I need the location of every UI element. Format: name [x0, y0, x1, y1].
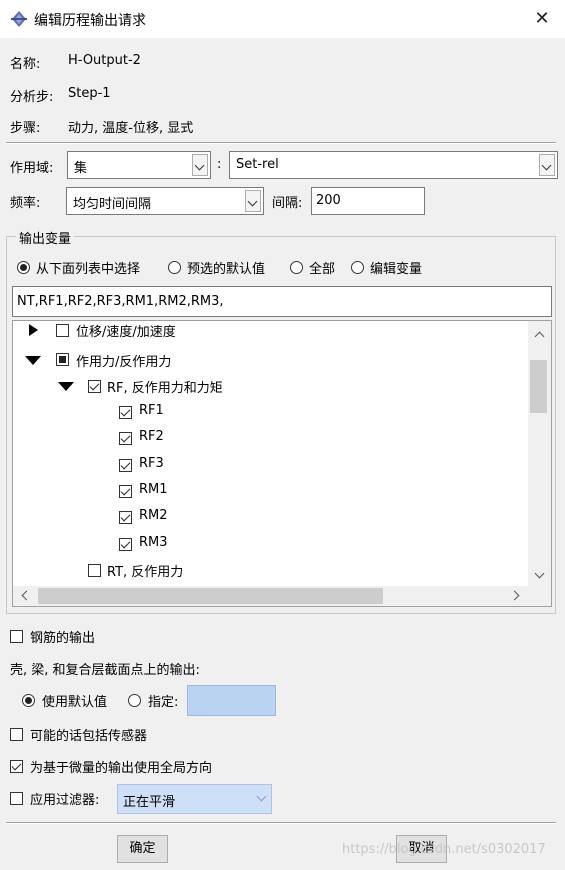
apply-filter-checkbox[interactable]: [10, 792, 23, 805]
apply-filter-label[interactable]: 应用过滤器:: [30, 789, 99, 808]
collapse-down-icon[interactable]: [58, 382, 74, 391]
step-value: Step-1: [68, 86, 111, 101]
expand-right-icon[interactable]: [29, 324, 38, 336]
rebar-output-checkbox[interactable]: [10, 630, 23, 643]
chevron-down-icon[interactable]: [245, 190, 261, 212]
watermark-text: https://blog.csdn.net/s0302017: [342, 842, 546, 857]
chevron-down-icon[interactable]: [192, 154, 208, 176]
tree-checkbox[interactable]: [56, 353, 69, 366]
radio-all[interactable]: [290, 261, 303, 274]
radio-all-label[interactable]: 全部: [309, 258, 335, 277]
output-variables-title: 输出变量: [16, 228, 75, 247]
filter-select[interactable]: 正在平滑: [117, 784, 272, 814]
tree-item-rm3[interactable]: RM3: [139, 535, 168, 550]
window-title: 编辑历程输出请求: [34, 13, 146, 29]
vertical-scroll-thumb[interactable]: [530, 360, 547, 413]
specify-input[interactable]: [187, 685, 276, 716]
radio-edit-variables-label[interactable]: 编辑变量: [370, 258, 422, 277]
ok-button[interactable]: 确定: [117, 835, 168, 863]
name-label: 名称:: [10, 57, 41, 72]
tree-checkbox[interactable]: [119, 511, 132, 524]
radio-edit-variables[interactable]: [351, 261, 364, 274]
include-sensors-label[interactable]: 可能的话包括传感器: [30, 725, 147, 744]
tree-item-rm2[interactable]: RM2: [139, 508, 168, 523]
frequency-select[interactable]: 均匀时间间隔: [66, 187, 264, 215]
selected-variables-value: NT,RF1,RF2,RF3,RM1,RM2,RM3,: [17, 294, 224, 309]
tree-checkbox[interactable]: [119, 432, 132, 445]
tree-checkbox[interactable]: [119, 459, 132, 472]
procedure-label: 步骤:: [10, 121, 41, 136]
tree-item-rf2[interactable]: RF2: [139, 429, 164, 444]
radio-use-default-label[interactable]: 使用默认值: [42, 691, 107, 710]
abaqus-app-icon: [11, 11, 27, 27]
horizontal-scroll-thumb[interactable]: [38, 588, 383, 604]
divider-highlight: [6, 143, 556, 144]
global-direction-checkbox[interactable]: [10, 760, 23, 773]
radio-specify-label[interactable]: 指定:: [148, 691, 178, 710]
divider-highlight: [6, 823, 556, 824]
tree-checkbox[interactable]: [119, 406, 132, 419]
section-points-label: 壳, 梁, 和复合层截面点上的输出:: [10, 663, 200, 678]
procedure-value: 动力, 温度-位移, 显式: [68, 121, 194, 136]
domain-set-value: Set-rel: [236, 157, 279, 172]
domain-set-select[interactable]: Set-rel: [229, 151, 558, 179]
filter-value: 正在平滑: [123, 795, 176, 810]
tree-item-rf[interactable]: RF, 反作用力和力矩: [107, 377, 223, 396]
domain-separator: :: [217, 157, 222, 172]
tree-checkbox[interactable]: [56, 324, 69, 337]
tree-checkbox[interactable]: [88, 380, 101, 393]
interval-value: 200: [316, 193, 341, 208]
radio-preselected-defaults-label[interactable]: 预选的默认值: [187, 258, 265, 277]
domain-type-select[interactable]: 集: [67, 151, 211, 179]
tree-checkbox[interactable]: [119, 538, 132, 551]
tree-item-rf1[interactable]: RF1: [139, 403, 164, 418]
tree-item-rt[interactable]: RT, 反作用力: [107, 561, 183, 580]
radio-use-default[interactable]: [22, 694, 35, 707]
frequency-label: 频率:: [10, 196, 41, 211]
radio-select-from-list[interactable]: [17, 261, 30, 274]
interval-label: 间隔:: [272, 196, 303, 211]
chevron-down-icon[interactable]: [539, 154, 555, 176]
rebar-output-label[interactable]: 钢筋的输出: [30, 627, 95, 646]
tree-checkbox[interactable]: [88, 564, 101, 577]
domain-label: 作用域:: [10, 161, 54, 176]
tree-item-rm1[interactable]: RM1: [139, 482, 168, 497]
tree-item-displacement[interactable]: 位移/速度/加速度: [76, 321, 176, 340]
collapse-down-icon[interactable]: [25, 356, 41, 365]
tree-checkbox[interactable]: [119, 485, 132, 498]
domain-type-value: 集: [74, 161, 88, 176]
tree-item-rf3[interactable]: RF3: [139, 456, 164, 471]
include-sensors-checkbox[interactable]: [10, 728, 23, 741]
close-icon[interactable]: ✕: [531, 8, 553, 30]
chevron-down-icon[interactable]: [256, 791, 267, 802]
step-label: 分析步:: [10, 90, 54, 105]
radio-select-from-list-label[interactable]: 从下面列表中选择: [36, 258, 140, 277]
radio-preselected-defaults[interactable]: [168, 261, 181, 274]
radio-specify[interactable]: [128, 694, 141, 707]
tree-item-forces[interactable]: 作用力/反作用力: [76, 351, 171, 370]
selected-variables-input[interactable]: NT,RF1,RF2,RF3,RM1,RM2,RM3,: [12, 286, 552, 317]
name-value: H-Output-2: [68, 53, 141, 68]
interval-input[interactable]: 200: [311, 187, 425, 215]
global-direction-label[interactable]: 为基于微量的输出使用全局方向: [30, 757, 212, 776]
frequency-value: 均匀时间间隔: [73, 197, 152, 212]
